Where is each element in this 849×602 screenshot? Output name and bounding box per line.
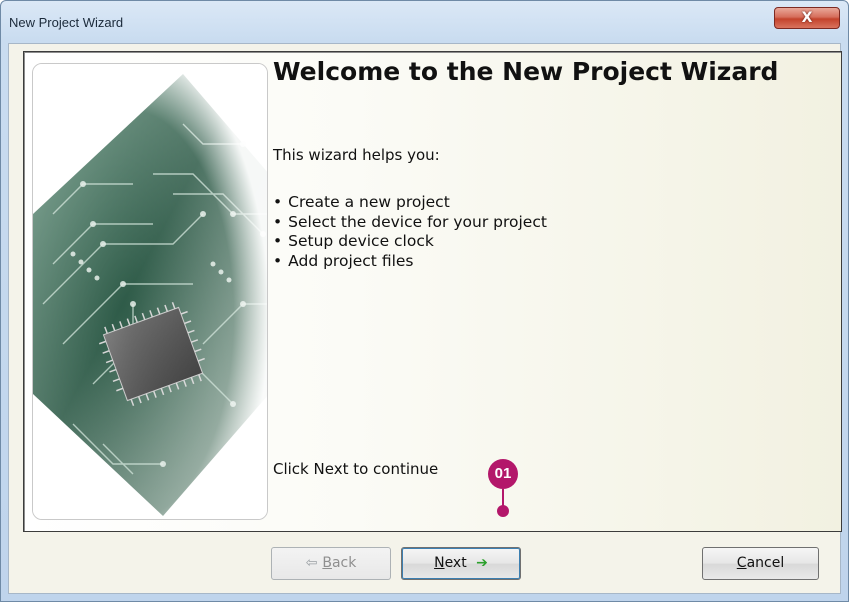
cancel-button[interactable]: Cancel	[702, 547, 819, 580]
window-title: New Project Wizard	[9, 15, 124, 30]
circuit-board-illustration	[33, 64, 267, 519]
title-bar[interactable]: New Project Wizard X	[1, 1, 848, 41]
wizard-client-area: Welcome to the New Project Wizard This w…	[8, 43, 842, 594]
continue-instruction: Click Next to continue	[273, 460, 439, 478]
wizard-welcome-panel: Welcome to the New Project Wizard This w…	[270, 52, 843, 531]
wizard-intro-text: This wizard helps you:	[273, 146, 440, 164]
wizard-content-frame: Welcome to the New Project Wizard This w…	[23, 51, 842, 532]
circuit-board-image	[32, 63, 268, 520]
step-callout-badge: 01	[488, 459, 518, 489]
list-item: Add project files	[273, 252, 547, 272]
wizard-heading: Welcome to the New Project Wizard	[273, 57, 779, 86]
back-button[interactable]: ⇦ Back	[271, 547, 391, 580]
close-icon: X	[801, 10, 813, 26]
list-item: Setup device clock	[273, 232, 547, 252]
next-arrow-icon: ➔	[476, 555, 488, 571]
callout-pointer-dot	[497, 505, 509, 517]
list-item: Select the device for your project	[273, 213, 547, 233]
list-item: Create a new project	[273, 193, 547, 213]
new-project-wizard-window: New Project Wizard X Welcome to the New …	[0, 0, 849, 602]
next-button[interactable]: Next ➔	[401, 547, 521, 580]
wizard-steps-list: Create a new project Select the device f…	[273, 193, 547, 271]
back-arrow-icon: ⇦	[305, 555, 318, 571]
close-button[interactable]: X	[774, 7, 840, 29]
